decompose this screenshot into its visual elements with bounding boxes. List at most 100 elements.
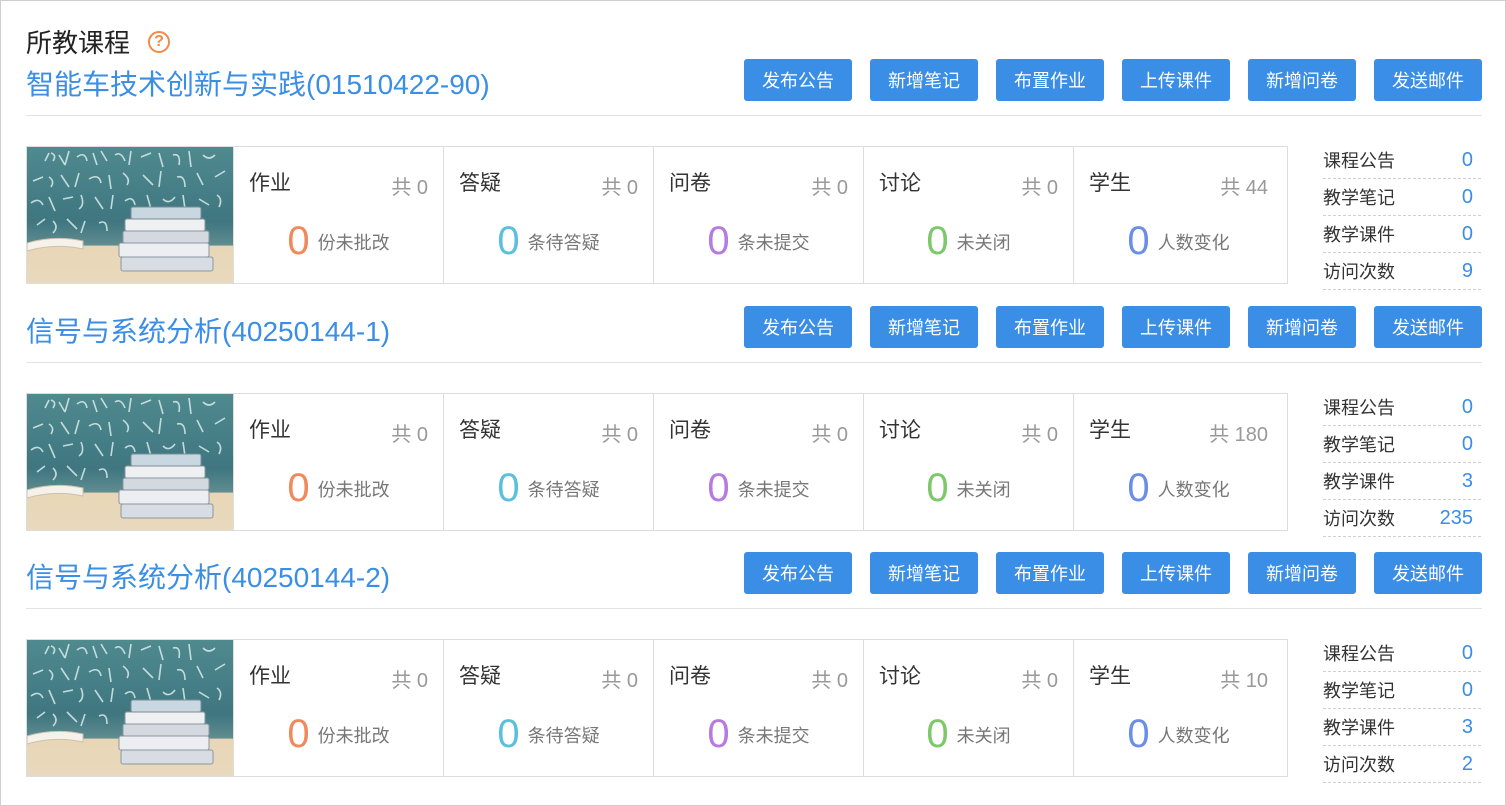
stat-value[interactable]: 0 bbox=[1127, 712, 1149, 756]
stat-survey[interactable]: 问卷 共 0 0 条未提交 bbox=[653, 147, 863, 283]
upload-courseware-button[interactable]: 上传课件 bbox=[1122, 552, 1230, 594]
stat-value[interactable]: 0 bbox=[497, 466, 519, 510]
stat-students[interactable]: 学生 共 180 0 人数变化 bbox=[1073, 394, 1283, 530]
side-item-value-link[interactable]: 3 bbox=[1462, 716, 1473, 739]
course-body: 作业 共 0 0 份未批改 答疑 共 0 0 条待答疑 问卷 共 0 0 条未提交 讨论 共 0 0 未关闭 学… bbox=[26, 639, 1482, 783]
stat-value[interactable]: 0 bbox=[287, 219, 309, 263]
stat-total: 共 0 bbox=[811, 177, 848, 199]
course-body: 作业 共 0 0 份未批改 答疑 共 0 0 条待答疑 问卷 共 0 0 条未提交 讨论 共 0 0 未关闭 学… bbox=[26, 393, 1482, 537]
add-note-button[interactable]: 新增笔记 bbox=[870, 306, 978, 348]
course-thumbnail[interactable] bbox=[27, 394, 233, 530]
side-item-value-link[interactable]: 0 bbox=[1462, 679, 1473, 702]
side-list-item: 教学笔记 0 bbox=[1323, 672, 1481, 709]
course-name-link[interactable]: 信号与系统分析(40250144-1) bbox=[26, 310, 390, 350]
add-survey-button[interactable]: 新增问卷 bbox=[1248, 552, 1356, 594]
stat-value[interactable]: 0 bbox=[707, 466, 729, 510]
stat-homework[interactable]: 作业 共 0 0 份未批改 bbox=[233, 394, 443, 530]
send-email-button[interactable]: 发送邮件 bbox=[1374, 59, 1482, 101]
stat-discussion[interactable]: 讨论 共 0 0 未关闭 bbox=[863, 394, 1073, 530]
upload-courseware-button[interactable]: 上传课件 bbox=[1122, 59, 1230, 101]
side-item-label: 教学笔记 bbox=[1323, 188, 1395, 208]
side-item-value-link[interactable]: 0 bbox=[1462, 396, 1473, 419]
assign-homework-button[interactable]: 布置作业 bbox=[996, 306, 1104, 348]
post-announcement-button[interactable]: 发布公告 bbox=[744, 306, 852, 348]
course-name-link[interactable]: 信号与系统分析(40250144-2) bbox=[26, 556, 390, 596]
stat-students[interactable]: 学生 共 10 0 人数变化 bbox=[1073, 640, 1283, 776]
side-item-value-link[interactable]: 0 bbox=[1462, 223, 1473, 246]
stat-total: 共 0 bbox=[811, 670, 848, 692]
add-survey-button[interactable]: 新增问卷 bbox=[1248, 59, 1356, 101]
question-circle-icon[interactable]: ? bbox=[148, 30, 171, 53]
stat-label: 学生 bbox=[1089, 172, 1131, 195]
side-item-value-link[interactable]: 0 bbox=[1462, 186, 1473, 209]
stat-unit: 人数变化 bbox=[1157, 232, 1230, 253]
stat-value-group: 0 份未批改 bbox=[234, 219, 443, 264]
course-actions: 发布公告 新增笔记 布置作业 上传课件 新增问卷 发送邮件 bbox=[726, 552, 1482, 594]
stat-value[interactable]: 0 bbox=[707, 712, 729, 756]
side-item-value-link[interactable]: 0 bbox=[1462, 149, 1473, 172]
course-thumbnail[interactable] bbox=[27, 640, 233, 776]
upload-courseware-button[interactable]: 上传课件 bbox=[1122, 306, 1230, 348]
stat-value[interactable]: 0 bbox=[287, 466, 309, 510]
add-note-button[interactable]: 新增笔记 bbox=[870, 552, 978, 594]
side-item-value-link[interactable]: 3 bbox=[1462, 470, 1473, 493]
stat-label: 答疑 bbox=[459, 172, 501, 195]
stat-total: 共 0 bbox=[601, 177, 638, 199]
side-item-value-link[interactable]: 0 bbox=[1462, 433, 1473, 456]
stat-unit: 未关闭 bbox=[956, 479, 1011, 500]
add-note-button[interactable]: 新增笔记 bbox=[870, 59, 978, 101]
stat-discussion[interactable]: 讨论 共 0 0 未关闭 bbox=[863, 147, 1073, 283]
stat-qa[interactable]: 答疑 共 0 0 条待答疑 bbox=[443, 147, 653, 283]
send-email-button[interactable]: 发送邮件 bbox=[1374, 306, 1482, 348]
stat-value[interactable]: 0 bbox=[926, 219, 948, 263]
stat-survey[interactable]: 问卷 共 0 0 条未提交 bbox=[653, 394, 863, 530]
side-list-item: 课程公告 0 bbox=[1323, 142, 1481, 179]
add-survey-button[interactable]: 新增问卷 bbox=[1248, 306, 1356, 348]
stat-value[interactable]: 0 bbox=[707, 219, 729, 263]
side-item-value-link[interactable]: 2 bbox=[1462, 753, 1473, 776]
stat-total: 共 0 bbox=[391, 424, 428, 446]
stat-total: 共 180 bbox=[1209, 424, 1268, 446]
stat-qa[interactable]: 答疑 共 0 0 条待答疑 bbox=[443, 640, 653, 776]
stat-homework[interactable]: 作业 共 0 0 份未批改 bbox=[233, 147, 443, 283]
stat-value-group: 0 未关闭 bbox=[864, 219, 1073, 264]
stat-survey[interactable]: 问卷 共 0 0 条未提交 bbox=[653, 640, 863, 776]
stat-homework[interactable]: 作业 共 0 0 份未批改 bbox=[233, 640, 443, 776]
stat-value[interactable]: 0 bbox=[497, 219, 519, 263]
side-item-value-link[interactable]: 9 bbox=[1462, 260, 1473, 283]
stat-value[interactable]: 0 bbox=[1127, 219, 1149, 263]
assign-homework-button[interactable]: 布置作业 bbox=[996, 552, 1104, 594]
side-item-value-link[interactable]: 235 bbox=[1440, 507, 1473, 530]
stat-qa[interactable]: 答疑 共 0 0 条待答疑 bbox=[443, 394, 653, 530]
side-list-item: 访问次数 2 bbox=[1323, 746, 1481, 783]
post-announcement-button[interactable]: 发布公告 bbox=[744, 552, 852, 594]
send-email-button[interactable]: 发送邮件 bbox=[1374, 552, 1482, 594]
stat-unit: 条未提交 bbox=[737, 232, 810, 253]
course-name-link[interactable]: 智能车技术创新与实践(01510422-90) bbox=[26, 63, 490, 103]
side-item-value-link[interactable]: 0 bbox=[1462, 642, 1473, 665]
side-list-item: 教学课件 3 bbox=[1323, 463, 1481, 500]
stat-students[interactable]: 学生 共 44 0 人数变化 bbox=[1073, 147, 1283, 283]
stat-value[interactable]: 0 bbox=[926, 466, 948, 510]
side-item-label: 访问次数 bbox=[1323, 262, 1395, 282]
course-section: 智能车技术创新与实践(01510422-90) 发布公告 新增笔记 布置作业 上传课件… bbox=[26, 59, 1482, 290]
course-header: 信号与系统分析(40250144-2) 发布公告 新增笔记 布置作业 上传课件 新增问卷… bbox=[26, 552, 1482, 609]
stat-discussion[interactable]: 讨论 共 0 0 未关闭 bbox=[863, 640, 1073, 776]
stat-label: 问卷 bbox=[669, 419, 711, 442]
stat-value[interactable]: 0 bbox=[926, 712, 948, 756]
post-announcement-button[interactable]: 发布公告 bbox=[744, 59, 852, 101]
course-thumbnail[interactable] bbox=[27, 147, 233, 283]
assign-homework-button[interactable]: 布置作业 bbox=[996, 59, 1104, 101]
course-section: 信号与系统分析(40250144-2) 发布公告 新增笔记 布置作业 上传课件 新增问卷… bbox=[26, 552, 1482, 783]
side-item-label: 教学课件 bbox=[1323, 718, 1395, 738]
stat-value[interactable]: 0 bbox=[1127, 466, 1149, 510]
stat-value[interactable]: 0 bbox=[497, 712, 519, 756]
stat-total: 共 0 bbox=[1021, 670, 1058, 692]
stat-value-group: 0 份未批改 bbox=[234, 712, 443, 757]
stat-value[interactable]: 0 bbox=[287, 712, 309, 756]
course-actions: 发布公告 新增笔记 布置作业 上传课件 新增问卷 发送邮件 bbox=[726, 306, 1482, 348]
stat-value-group: 0 条未提交 bbox=[654, 219, 863, 264]
stat-total: 共 0 bbox=[391, 177, 428, 199]
stat-value-group: 0 未关闭 bbox=[864, 466, 1073, 511]
course-body: 作业 共 0 0 份未批改 答疑 共 0 0 条待答疑 问卷 共 0 0 条未提交 讨论 共 0 0 未关闭 学… bbox=[26, 146, 1482, 290]
